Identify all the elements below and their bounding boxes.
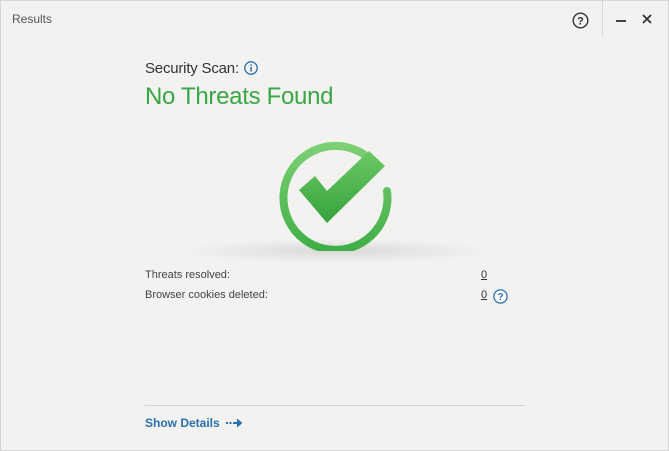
stat-label: Threats resolved: — [145, 269, 230, 281]
stat-label: Browser cookies deleted: — [145, 289, 268, 301]
window-title: Results — [12, 12, 53, 26]
close-button[interactable] — [639, 10, 655, 28]
title-bar: Results ? — [1, 1, 668, 37]
titlebar-divider — [602, 1, 603, 37]
info-icon[interactable] — [244, 61, 258, 75]
stat-cookies-deleted: Browser cookies deleted: 0 — [145, 289, 495, 305]
footer-divider — [145, 405, 525, 406]
stat-value-link[interactable]: 0 — [481, 289, 487, 301]
stat-value-link[interactable]: 0 — [481, 269, 487, 281]
close-icon — [642, 14, 652, 24]
scan-label-row: Security Scan: — [145, 58, 258, 78]
minimize-button[interactable] — [613, 10, 629, 28]
minimize-icon — [616, 20, 626, 22]
results-window: Results ? Security Scan: No Threats Foun… — [0, 0, 669, 451]
stat-threats-resolved: Threats resolved: 0 — [145, 269, 495, 285]
checkmark-icon — [279, 141, 392, 254]
cookies-help-button[interactable]: ? — [493, 289, 508, 304]
svg-text:?: ? — [497, 292, 503, 303]
scan-result-heading: No Threats Found — [145, 83, 334, 110]
help-button[interactable]: ? — [572, 12, 589, 29]
help-circle-icon: ? — [572, 12, 589, 29]
arrow-right-icon — [225, 418, 243, 428]
scan-label: Security Scan: — [145, 59, 239, 77]
show-details-label: Show Details — [145, 416, 220, 430]
success-badge — [271, 129, 399, 254]
svg-text:?: ? — [577, 16, 584, 28]
show-details-link[interactable]: Show Details — [145, 415, 244, 431]
help-circle-icon: ? — [493, 289, 508, 304]
